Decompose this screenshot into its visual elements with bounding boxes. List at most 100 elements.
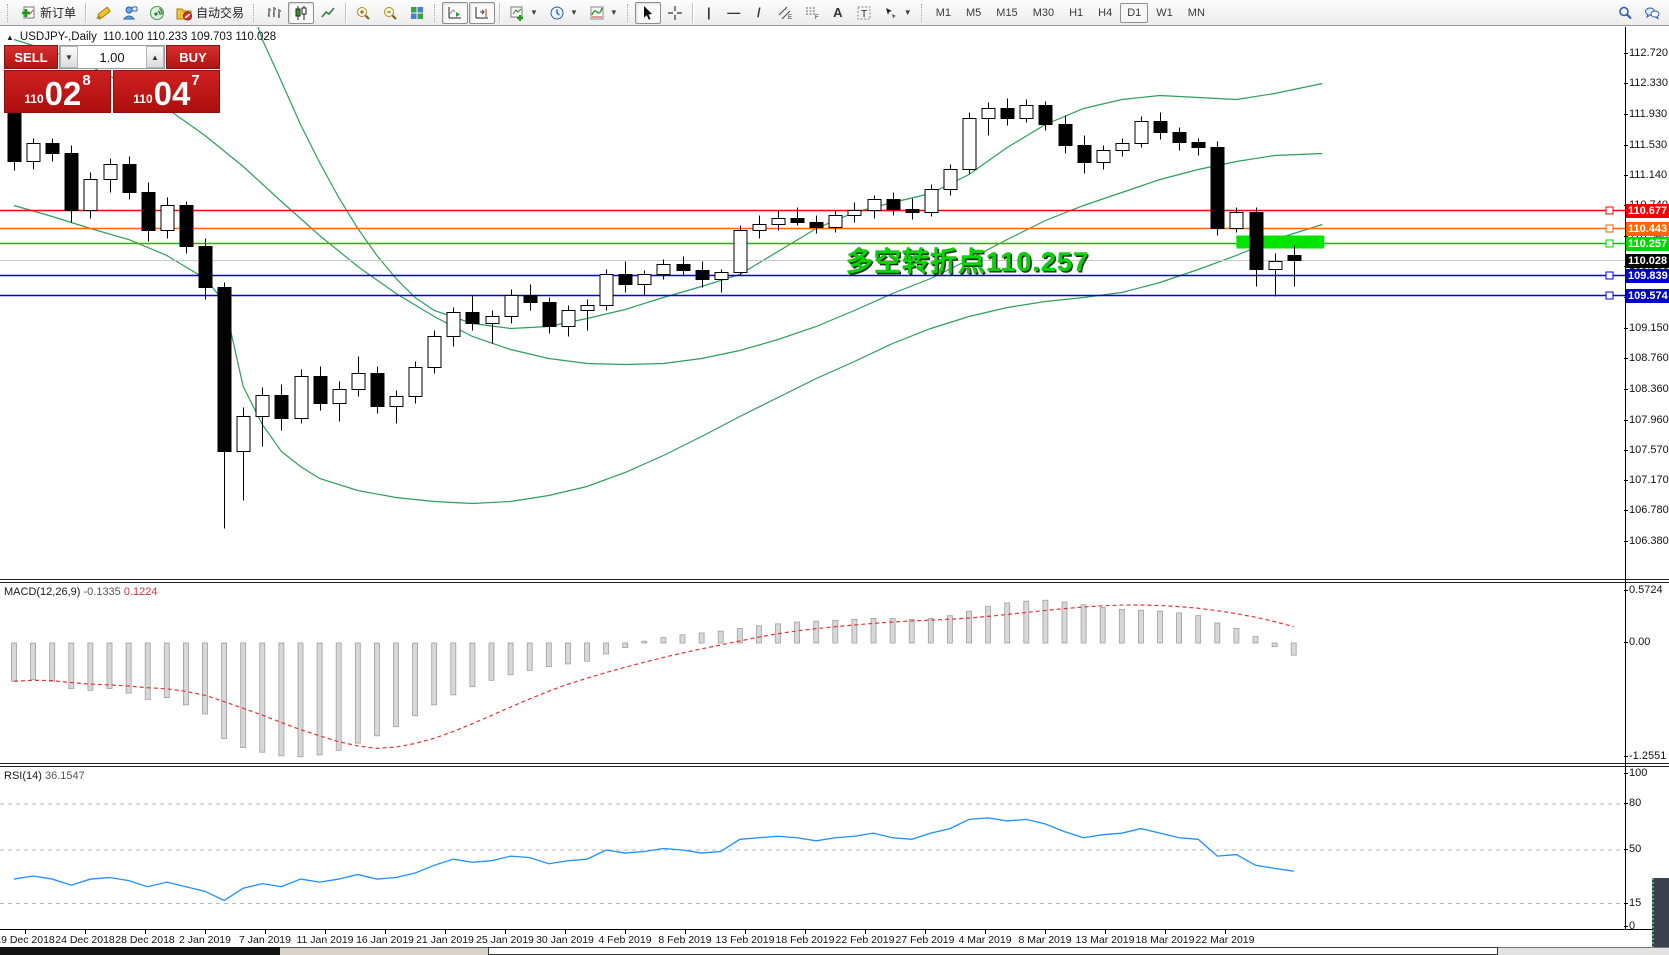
timeframe-H4[interactable]: H4 (1091, 3, 1119, 23)
indicators-dropdown[interactable]: ▼ (584, 2, 623, 24)
candle-body (1077, 145, 1092, 163)
buy-button[interactable]: BUY (166, 45, 220, 69)
macd-histogram (11, 599, 1297, 758)
line-handle[interactable] (1605, 291, 1614, 300)
new-chart-dropdown[interactable]: ▼ (504, 2, 543, 24)
new-order-button[interactable]: 新订单 (15, 2, 81, 24)
toolbar-drag-handle[interactable] (434, 3, 438, 22)
candle-body (580, 305, 595, 311)
rsi-value: 36.1547 (44, 770, 85, 782)
macd-bar (1118, 608, 1125, 644)
toolbar-drag-handle[interactable] (920, 3, 925, 22)
separator (499, 2, 501, 23)
toolbar-drag-handle[interactable] (253, 3, 257, 22)
one-click-trading-panel: SELL ▼ ▲ BUY 110 02 8 110 04 7 (4, 45, 220, 113)
autotrading-label: 自动交易 (196, 6, 245, 20)
chart-tab-fragment[interactable] (280, 947, 488, 955)
sell-price-display[interactable]: 110 02 8 (4, 70, 111, 113)
cursor-tool-button[interactable] (634, 1, 661, 24)
macd-bar (966, 610, 972, 644)
candle-body (1210, 147, 1225, 229)
date-axis[interactable]: 19 Dec 2018 24 Dec 2018 28 Dec 2018 2 Jan 2… (0, 929, 1669, 948)
collapse-panel-icon[interactable]: ▲ (6, 33, 14, 42)
autotrading-button[interactable]: 自动交易 (171, 2, 249, 24)
macd-bar (603, 642, 609, 655)
tile-windows-button[interactable] (404, 2, 430, 24)
volume-increase-button[interactable]: ▲ (146, 46, 164, 68)
vertical-line-tool[interactable]: | (697, 2, 721, 24)
new-chart-icon (510, 6, 524, 21)
timeframe-M30[interactable]: M30 (1026, 3, 1061, 23)
y-axis-tick: 112.330 (1624, 76, 1668, 89)
macd-bar (584, 642, 590, 662)
y-axis-tick: 106.780 (1624, 503, 1669, 516)
macd-signal-value: 0.1224 (123, 586, 158, 598)
rsi-plot[interactable] (0, 767, 1669, 929)
text-tool[interactable]: A (826, 2, 850, 24)
macd-bar (1080, 604, 1087, 644)
metaeditor-button[interactable] (90, 2, 116, 24)
timeframe-W1[interactable]: W1 (1149, 3, 1180, 23)
timeframe-H1[interactable]: H1 (1062, 3, 1090, 23)
macd-bar (354, 642, 361, 744)
line-handle[interactable] (1605, 206, 1614, 215)
auto-scroll-button[interactable] (442, 1, 469, 24)
candlestick-mode-button[interactable] (288, 1, 315, 24)
arrows-dropdown[interactable]: ▼ (878, 2, 917, 24)
price-axis[interactable]: 112.720112.330111.930111.530111.140110.7… (1624, 0, 1669, 955)
signals-button[interactable] (144, 2, 170, 24)
volume-input[interactable] (78, 46, 146, 68)
macd-bar (698, 632, 705, 644)
chart-symbol-title: USDJPY-,Daily (19, 31, 97, 43)
macd-bar (1004, 602, 1011, 644)
timeframe-MN[interactable]: MN (1181, 3, 1212, 23)
pane-separator[interactable] (0, 763, 1669, 767)
y-axis-tick: 111.930 (1624, 107, 1668, 120)
channel-tool[interactable]: E (772, 2, 798, 24)
text-label-tool[interactable]: T (851, 2, 877, 24)
zoom-out-button[interactable] (377, 2, 403, 24)
line-chart-mode-button[interactable] (315, 2, 341, 24)
main-chart-plot[interactable] (0, 27, 1669, 579)
chart-tab-fragment[interactable] (488, 947, 1498, 955)
chart-shift-button[interactable] (469, 1, 496, 24)
macd-plot[interactable] (0, 583, 1669, 763)
price-tag: 110.443 (1626, 221, 1669, 236)
period-dropdown[interactable]: ▼ (544, 2, 583, 24)
bar-chart-mode-button[interactable] (261, 2, 287, 24)
candle-body (1096, 150, 1111, 163)
timeframe-M15[interactable]: M15 (989, 3, 1024, 23)
community-button[interactable] (117, 2, 143, 24)
line-handle[interactable] (1605, 239, 1614, 248)
line-handle[interactable] (1605, 224, 1614, 233)
zoom-in-button[interactable] (350, 2, 376, 24)
price-tag: 109.839 (1626, 268, 1669, 283)
candle-body (1172, 132, 1187, 143)
volume-decrease-button[interactable]: ▼ (60, 46, 78, 68)
sell-button[interactable]: SELL (4, 45, 58, 69)
pane-separator[interactable] (0, 579, 1669, 583)
buy-price-display[interactable]: 110 04 7 (113, 70, 220, 113)
chart-tab-fragment[interactable] (0, 947, 280, 955)
macd-bar (431, 642, 438, 706)
search-button[interactable] (1612, 2, 1638, 24)
macd-bar (1099, 607, 1106, 644)
horizontal-levels[interactable] (0, 206, 1625, 300)
rsi-name: RSI(14) (4, 770, 42, 782)
trendline-tool[interactable]: / (747, 2, 771, 24)
macd-value: -0.1335 (83, 586, 121, 598)
horizontal-line-tool[interactable]: — (722, 2, 746, 24)
fibonacci-tool[interactable]: F (799, 2, 825, 24)
timeframe-D1[interactable]: D1 (1120, 2, 1149, 23)
crosshair-tool-button[interactable] (662, 2, 688, 24)
candle-body (676, 264, 691, 271)
timeframe-M5[interactable]: M5 (959, 3, 988, 23)
toolbar-drag-handle[interactable] (7, 3, 11, 22)
macd-name: MACD(12,26,9) (4, 586, 81, 598)
chart-annotation-text[interactable]: 多空转折点110.257 (846, 240, 1089, 279)
sell-price-pips: 02 (44, 75, 82, 112)
chat-button[interactable] (1639, 2, 1665, 24)
toolbar-drag-handle[interactable] (626, 3, 631, 22)
line-handle[interactable] (1605, 271, 1614, 280)
timeframe-M1[interactable]: M1 (929, 3, 958, 23)
